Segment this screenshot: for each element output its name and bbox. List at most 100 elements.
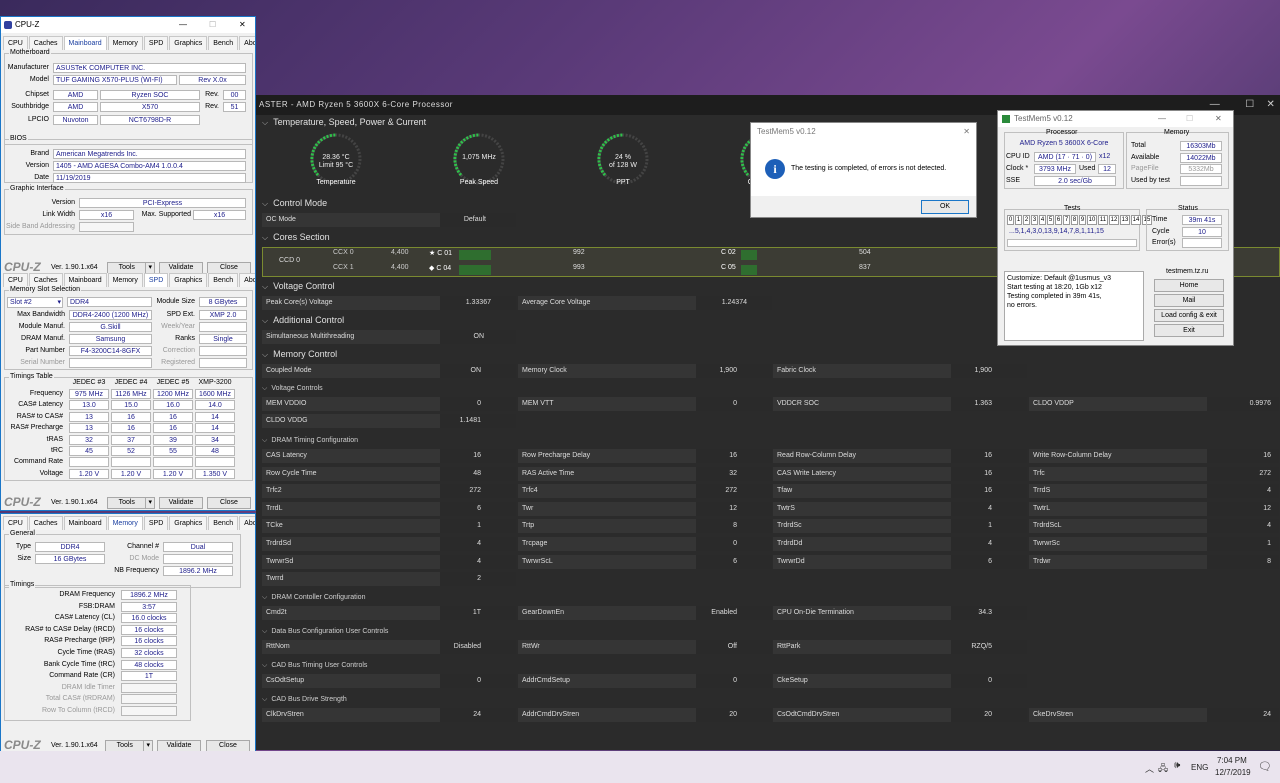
tab-about[interactable]: About [239,36,255,50]
test-cell: 7 [1063,215,1070,225]
param-ras-active-time: RAS Active Time 32 [518,466,772,481]
timings-cell: 16.0 [153,400,193,411]
tab-graphics[interactable]: Graphics [169,36,208,50]
core-activity-bar [741,250,757,260]
mail-button[interactable]: Mail [1154,294,1224,307]
oc-mode-label: OC Mode [266,216,296,223]
ok-button[interactable]: OK [921,200,969,214]
clock-time[interactable]: 7:04 PM [1217,756,1247,765]
close-button[interactable]: Close [207,497,251,509]
section-cores[interactable]: Cores Section [262,230,330,244]
param-addrcmdsetup: AddrCmdSetup 0 [518,674,772,688]
section-memory[interactable]: Memory Control [262,347,337,361]
tab-memory[interactable]: Memory [107,273,143,287]
mem-timing-value: 32 clocks [121,648,177,658]
subsection-cadt[interactable]: CAD Bus Timing User Controls [262,660,367,672]
network-icon[interactable]: 🖧 [1158,761,1168,777]
chevron-up-icon[interactable]: ︿ [1145,762,1154,775]
close-icon[interactable]: ✕ [239,17,246,33]
param-mem-vddio: MEM VDDIO 0 [262,397,516,411]
param-label: TrrdS [1033,487,1051,495]
close-icon[interactable]: ✕ [1260,95,1280,115]
cpuz-logo: CPU-Z [4,738,41,752]
tab-caches[interactable]: Caches [28,36,63,50]
general-group-title: General [9,530,36,537]
subsection-ctrl[interactable]: DRAM Contoller Configuration [262,592,365,604]
tab-memory[interactable]: Memory [107,516,143,530]
home-button[interactable]: Home [1154,279,1224,292]
tab-spd[interactable]: SPD [143,516,169,530]
tab-cpu[interactable]: CPU [3,273,28,287]
section-additional[interactable]: Additional Control [262,313,344,327]
tab-about[interactable]: About [239,273,255,287]
tab-graphics[interactable]: Graphics [169,516,208,530]
ryzen-master-title: ASTER - AMD Ryzen 5 3600X 6-Core Process… [259,100,453,109]
subsection-bus[interactable]: Data Bus Configuration User Controls [262,626,388,638]
language-indicator[interactable]: ENG [1191,763,1208,772]
slot-select[interactable]: Slot #2 ▾ [7,297,63,308]
tab-mainboard[interactable]: Mainboard [63,516,107,530]
timings-cell: 1600 MHz [195,389,235,399]
param-value: 1,900 [719,367,737,374]
part-number-label: Part Number [25,347,65,354]
section-control-mode[interactable]: Control Mode [262,196,327,210]
minimize-icon[interactable]: — [1158,111,1166,127]
tab-memory[interactable]: Memory [107,36,143,50]
load-config-exit-button[interactable]: Load config & exit [1154,309,1224,322]
bios-brand-value: American Megatrends Inc. [53,149,246,159]
tab-cpu[interactable]: CPU [3,36,28,50]
section-temperature[interactable]: Temperature, Speed, Power & Current [262,115,426,129]
tab-caches[interactable]: Caches [28,273,63,287]
gauge-line1: 24 % [615,154,631,161]
param-value: 0 [733,400,737,407]
notification-icon[interactable]: 🗨 [1258,760,1272,773]
mem-timing-label: RAS# to CAS# Delay (tRCD) [25,625,115,633]
timings-cell: 14.0 [195,400,235,411]
tab-caches[interactable]: Caches [28,516,63,530]
max-supported-value: x16 [193,210,246,220]
tab-mainboard[interactable]: Mainboard [63,36,107,50]
gauge-line2: of 128 W [608,162,637,169]
maximize-icon[interactable]: ☐ [1239,95,1261,115]
param-value: 12 [1263,504,1271,512]
section-voltage[interactable]: Voltage Control [262,279,335,293]
subsection-cadd[interactable]: CAD Bus Drive Strength [262,694,346,706]
maximize-icon[interactable]: ☐ [209,17,216,33]
volume-icon[interactable]: 🕪 [1174,760,1180,771]
tab-spd[interactable]: SPD [143,273,169,287]
link-width-value: x16 [79,210,134,220]
maximize-icon[interactable]: ☐ [1186,111,1193,127]
exit-button[interactable]: Exit [1154,324,1224,337]
tab-spd[interactable]: SPD [143,36,169,50]
tm-mem-value [1180,175,1222,186]
param-value: Enabled [711,609,737,616]
gauge-label: Peak Speed [459,179,499,186]
nb-frequency-value: 1896.2 MHz [163,566,233,576]
mem-timing-label: RAS# Precharge (tRP) [44,637,115,645]
subsection-vc[interactable]: Voltage Controls [262,383,322,395]
minimize-icon[interactable]: — [179,17,187,33]
validate-button[interactable]: Validate [159,497,203,509]
tab-about[interactable]: About [239,516,255,530]
close-icon[interactable]: ✕ [963,123,970,141]
param-label: TwrwrSc [1033,540,1060,547]
peak-voltage-label: Peak Core(s) Voltage [266,299,333,306]
close-icon[interactable]: ✕ [1215,111,1222,127]
subsection-dram[interactable]: DRAM Timing Configuration [262,435,358,447]
tab-mainboard[interactable]: Mainboard [63,273,107,287]
tab-bench[interactable]: Bench [208,516,239,530]
param-row-cycle-time: Row Cycle Time 48 [262,466,516,481]
used-value: 12 [1098,164,1116,174]
tm-status-label: Cycle [1152,227,1170,235]
max-supported-label: Max. Supported [141,211,191,218]
param-label: CAS Latency [266,452,307,459]
gauge-line2: Limit 95 °C [318,162,354,169]
clock-date[interactable]: 12/7/2019 [1215,768,1251,777]
tab-graphics[interactable]: Graphics [169,273,208,287]
tab-cpu[interactable]: CPU [3,516,28,530]
tools-button[interactable]: Tools ▾ [107,497,155,509]
tab-bench[interactable]: Bench [208,273,239,287]
timings-cell: 16 [111,411,151,422]
bios-version-label: Version [25,162,49,169]
tab-bench[interactable]: Bench [208,36,239,50]
